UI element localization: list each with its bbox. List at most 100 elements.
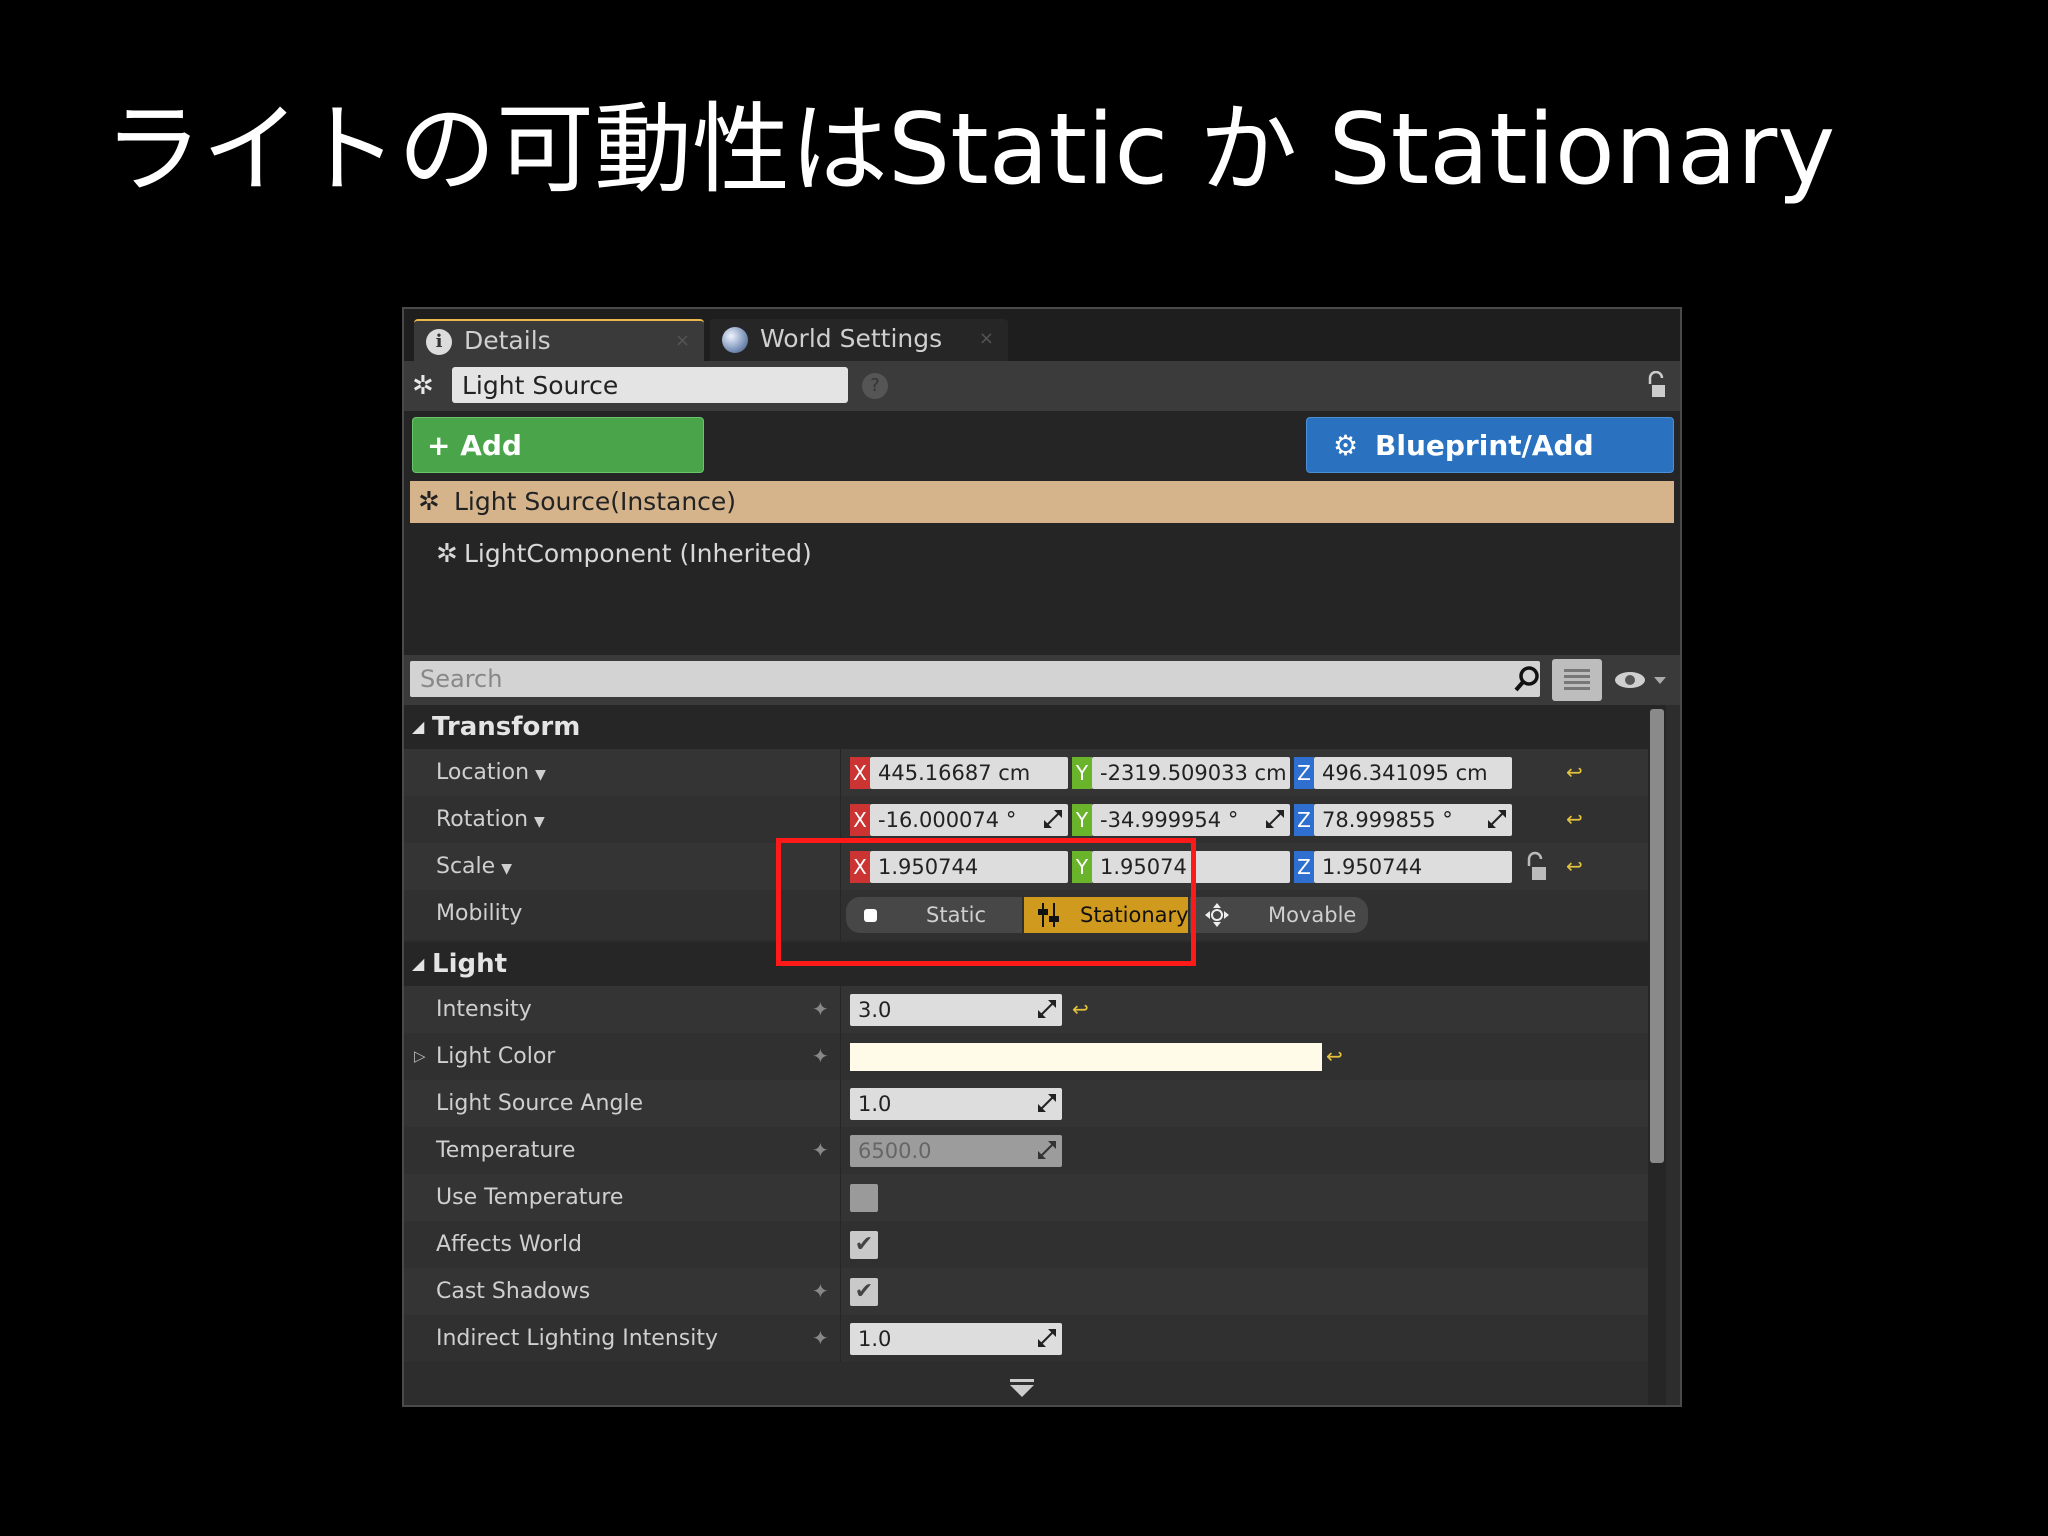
show-advanced-arrow-icon[interactable] (1010, 1379, 1034, 1397)
property-list: ◢ Transform Location ▼ X 445.16687 cm Y -… (404, 705, 1666, 1405)
info-icon: i (426, 329, 452, 355)
mobility-movable-button[interactable]: Movable (1190, 897, 1368, 933)
override-icon: ✦ (812, 1279, 829, 1303)
chevron-down-icon: ▼ (535, 767, 546, 783)
property-label[interactable]: Rotation ▼ (436, 796, 545, 846)
light-color-swatch[interactable] (850, 1043, 1322, 1071)
location-y-field[interactable]: -2319.509033 cm (1092, 757, 1290, 789)
override-icon: ✦ (812, 1044, 829, 1068)
help-icon[interactable]: ? (862, 373, 888, 399)
search-icon[interactable] (1512, 664, 1542, 694)
move-arrows-icon (1205, 903, 1229, 927)
property-label: Indirect Lighting Intensity (436, 1326, 718, 1351)
property-row-affects-world: Affects World ✔ (404, 1221, 1666, 1269)
gear-icon: ⚙ (1333, 429, 1359, 462)
category-transform[interactable]: ◢ Transform (404, 705, 1666, 749)
override-icon: ✦ (812, 1326, 829, 1350)
intensity-field[interactable]: 3.0 (850, 994, 1062, 1026)
override-icon: ✦ (812, 1138, 829, 1162)
property-row-indirect-lighting-intensity: Indirect Lighting Intensity ✦ 1.0 (404, 1315, 1666, 1363)
axis-z-icon: Z (1294, 757, 1314, 789)
mobility-movable-label: Movable (1268, 903, 1357, 927)
scrollbar-thumb[interactable] (1650, 709, 1664, 1163)
lock-icon[interactable] (1646, 371, 1666, 399)
light-source-angle-field[interactable]: 1.0 (850, 1088, 1062, 1120)
spin-icon (1266, 810, 1284, 828)
property-label: Light Source Angle (436, 1091, 644, 1116)
search-row (404, 655, 1680, 705)
add-component-button[interactable]: + Add Component ▾ (412, 417, 704, 518)
spin-icon (1038, 1000, 1056, 1018)
reset-arrow-icon[interactable]: ↩ (1566, 807, 1583, 831)
affects-world-checkbox[interactable]: ✔ (850, 1231, 878, 1259)
property-row-light-color: ▷ Light Color ✦ ↩ (404, 1033, 1666, 1081)
location-x-field[interactable]: 445.16687 cm (870, 757, 1068, 789)
spin-icon (1488, 810, 1506, 828)
scale-z-field[interactable]: 1.950744 (1314, 851, 1512, 883)
tab-bar: i Details × World Settings × (404, 309, 1680, 361)
close-icon[interactable]: × (675, 321, 690, 361)
property-row-location: Location ▼ X 445.16687 cm Y -2319.509033 … (404, 749, 1666, 797)
reset-arrow-icon[interactable]: ↩ (1326, 1044, 1343, 1068)
indirect-lighting-intensity-field[interactable]: 1.0 (850, 1323, 1062, 1355)
property-label: Affects World (436, 1232, 582, 1257)
slide-title: ライトの可動性はStatic か Stationary (104, 93, 1836, 207)
component-label: Light Source(Instance) (454, 487, 737, 516)
components-area: + Add Component ▾ ⚙ Blueprint/Add Script… (404, 411, 1680, 655)
property-label: Mobility (436, 901, 523, 926)
property-row-intensity: Intensity ✦ 3.0 ↩ (404, 986, 1666, 1034)
use-temperature-checkbox[interactable] (850, 1184, 878, 1212)
mobility-highlight-box (776, 838, 1196, 966)
close-icon[interactable]: × (979, 319, 994, 359)
reset-arrow-icon[interactable]: ↩ (1072, 997, 1089, 1021)
axis-x-icon: X (850, 757, 870, 789)
rotation-y-field[interactable]: -34.999954 ° (1092, 804, 1290, 836)
spin-icon (1038, 1094, 1056, 1112)
property-label: Use Temperature (436, 1185, 624, 1210)
light-actor-icon: ✲ (412, 371, 434, 401)
spin-icon (1044, 810, 1062, 828)
reset-arrow-icon[interactable]: ↩ (1566, 760, 1583, 784)
collapse-arrow-icon: ◢ (412, 954, 425, 973)
property-label[interactable]: Location ▼ (436, 749, 546, 799)
tab-world-settings-label: World Settings (760, 324, 943, 353)
tab-details[interactable]: i Details × (414, 319, 704, 361)
cast-shadows-checkbox[interactable]: ✔ (850, 1278, 878, 1306)
chevron-down-icon: ▼ (534, 814, 545, 830)
search-input[interactable] (410, 661, 1540, 697)
reset-arrow-icon[interactable]: ↩ (1566, 854, 1583, 878)
category-title: Light (432, 949, 508, 979)
tab-world-settings[interactable]: World Settings × (710, 319, 1008, 361)
rotation-z-field[interactable]: 78.999855 ° (1314, 804, 1512, 836)
temperature-field: 6500.0 (850, 1135, 1062, 1167)
spin-icon (1038, 1329, 1056, 1347)
collapse-arrow-icon: ◢ (412, 717, 425, 736)
location-z-field[interactable]: 496.341095 cm (1314, 757, 1512, 789)
component-item-light-component[interactable]: ✲ LightComponent (Inherited) (428, 533, 812, 575)
override-icon: ✦ (812, 997, 829, 1021)
light-actor-icon: ✲ (418, 487, 440, 517)
property-label: Cast Shadows (436, 1279, 591, 1304)
property-label[interactable]: Scale ▼ (436, 843, 512, 893)
eye-icon[interactable] (1614, 667, 1670, 693)
property-row-light-source-angle: Light Source Angle 1.0 (404, 1080, 1666, 1128)
component-label: LightComponent (Inherited) (464, 539, 812, 568)
actor-name-row: ✲ ? (404, 361, 1680, 411)
axis-y-icon: Y (1072, 757, 1092, 789)
component-item-light-source[interactable]: ✲ Light Source(Instance) (410, 481, 1674, 523)
property-row-cast-shadows: Cast Shadows ✦ ✔ (404, 1268, 1666, 1316)
category-title: Transform (432, 712, 581, 742)
tab-details-label: Details (464, 326, 551, 355)
property-matrix-button[interactable] (1552, 659, 1602, 701)
property-row-use-temperature: Use Temperature (404, 1174, 1666, 1222)
scale-lock-icon[interactable] (1526, 851, 1548, 883)
actor-name-input[interactable] (452, 367, 848, 403)
blueprint-add-script-button[interactable]: ⚙ Blueprint/Add Script (1306, 417, 1674, 518)
property-row-temperature: Temperature ✦ 6500.0 (404, 1127, 1666, 1175)
axis-x-icon: X (850, 804, 870, 836)
axis-z-icon: Z (1294, 851, 1314, 883)
rotation-x-field[interactable]: -16.000074 ° (870, 804, 1068, 836)
axis-z-icon: Z (1294, 804, 1314, 836)
expand-arrow-icon[interactable]: ▷ (414, 1033, 426, 1080)
property-label: Intensity (436, 997, 532, 1022)
